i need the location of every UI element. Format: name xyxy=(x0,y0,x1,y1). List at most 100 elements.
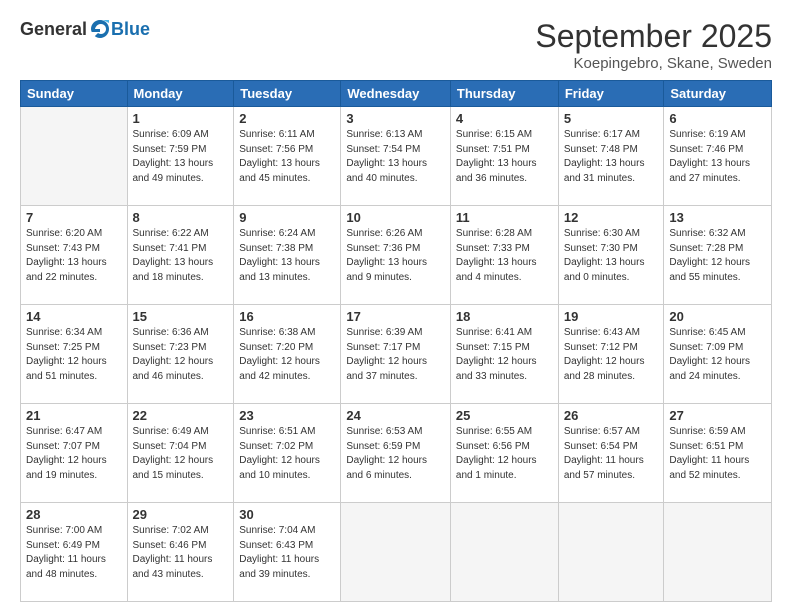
week-row-3: 21 Sunrise: 6:47 AMSunset: 7:07 PMDayligh… xyxy=(21,404,772,503)
day-number: 29 xyxy=(133,507,229,522)
day-number: 2 xyxy=(239,111,335,126)
calendar-table: Sunday Monday Tuesday Wednesday Thursday… xyxy=(20,80,772,602)
day-number: 20 xyxy=(669,309,766,324)
logo-icon xyxy=(89,18,111,40)
logo-blue: Blue xyxy=(111,19,150,40)
main-title: September 2025 xyxy=(535,18,772,55)
day-number: 5 xyxy=(564,111,659,126)
title-block: September 2025 Koepingebro, Skane, Swede… xyxy=(535,18,772,72)
day-info: Sunrise: 6:17 AMSunset: 7:48 PMDaylight:… xyxy=(564,128,659,186)
calendar-cell: 8Sunrise: 6:22 AMSunset: 7:41 PMDaylight… xyxy=(127,206,234,305)
day-info: Sunrise: 6:09 AMSunset: 7:59 PMDaylight:… xyxy=(133,128,229,186)
days-header-row: Sunday Monday Tuesday Wednesday Thursday… xyxy=(21,81,772,107)
week-row-0: 1 Sunrise: 6:09 AMSunset: 7:59 PMDaylight… xyxy=(21,107,772,206)
day-info: Sunrise: 6:43 AMSunset: 7:12 PMDaylight:… xyxy=(564,326,659,384)
day-number: 11 xyxy=(456,210,553,225)
day-number: 15 xyxy=(133,309,229,324)
day-info: Sunrise: 6:15 AMSunset: 7:51 PMDaylight:… xyxy=(456,128,553,186)
day-number: 14 xyxy=(26,309,122,324)
calendar-cell: 23 Sunrise: 6:51 AMSunset: 7:02 PMDayligh… xyxy=(234,404,341,503)
header-monday: Monday xyxy=(127,81,234,107)
day-info: Sunrise: 6:57 AMSunset: 6:54 PMDaylight:… xyxy=(564,425,659,483)
calendar-cell: 30Sunrise: 7:04 AMSunset: 6:43 PMDayligh… xyxy=(234,503,341,602)
day-number: 1 xyxy=(133,111,229,126)
day-number: 10 xyxy=(346,210,445,225)
calendar-cell: 2 Sunrise: 6:11 AMSunset: 7:56 PMDaylight… xyxy=(234,107,341,206)
calendar-cell xyxy=(664,503,772,602)
day-number: 12 xyxy=(564,210,659,225)
calendar-cell: 11 Sunrise: 6:28 AMSunset: 7:33 PMDayligh… xyxy=(450,206,558,305)
logo-general: General xyxy=(20,19,87,40)
header-wednesday: Wednesday xyxy=(341,81,451,107)
day-info: Sunrise: 6:41 AMSunset: 7:15 PMDaylight:… xyxy=(456,326,553,384)
calendar-cell xyxy=(21,107,128,206)
day-info: Sunrise: 6:19 AMSunset: 7:46 PMDaylight:… xyxy=(669,128,766,186)
calendar-cell: 14 Sunrise: 6:34 AMSunset: 7:25 PMDayligh… xyxy=(21,305,128,404)
day-number: 8 xyxy=(133,210,229,225)
header-friday: Friday xyxy=(558,81,664,107)
day-number: 17 xyxy=(346,309,445,324)
day-info: Sunrise: 6:45 AMSunset: 7:09 PMDaylight:… xyxy=(669,326,766,384)
day-info: Sunrise: 6:34 AMSunset: 7:25 PMDaylight:… xyxy=(26,326,122,384)
calendar-cell xyxy=(450,503,558,602)
calendar-cell: 19 Sunrise: 6:43 AMSunset: 7:12 PMDayligh… xyxy=(558,305,664,404)
calendar-cell: 10 Sunrise: 6:26 AMSunset: 7:36 PMDayligh… xyxy=(341,206,451,305)
calendar-cell: 22 Sunrise: 6:49 AMSunset: 7:04 PMDayligh… xyxy=(127,404,234,503)
day-info: Sunrise: 6:59 AMSunset: 6:51 PMDaylight:… xyxy=(669,425,766,483)
calendar-cell: 20 Sunrise: 6:45 AMSunset: 7:09 PMDayligh… xyxy=(664,305,772,404)
day-info: Sunrise: 6:49 AMSunset: 7:04 PMDaylight:… xyxy=(133,425,229,483)
day-number: 19 xyxy=(564,309,659,324)
day-number: 18 xyxy=(456,309,553,324)
day-number: 27 xyxy=(669,408,766,423)
day-number: 26 xyxy=(564,408,659,423)
calendar-cell xyxy=(558,503,664,602)
day-info: Sunrise: 6:53 AMSunset: 6:59 PMDaylight:… xyxy=(346,425,445,483)
calendar-cell: 18 Sunrise: 6:41 AMSunset: 7:15 PMDayligh… xyxy=(450,305,558,404)
header: General Blue September 2025 Koepingebro,… xyxy=(20,18,772,72)
calendar-cell: 1 Sunrise: 6:09 AMSunset: 7:59 PMDaylight… xyxy=(127,107,234,206)
day-info: Sunrise: 6:26 AMSunset: 7:36 PMDaylight:… xyxy=(346,227,445,285)
day-info: Sunrise: 6:30 AMSunset: 7:30 PMDaylight:… xyxy=(564,227,659,285)
day-number: 16 xyxy=(239,309,335,324)
calendar-cell: 5 Sunrise: 6:17 AMSunset: 7:48 PMDaylight… xyxy=(558,107,664,206)
header-saturday: Saturday xyxy=(664,81,772,107)
day-info: Sunrise: 6:39 AMSunset: 7:17 PMDaylight:… xyxy=(346,326,445,384)
calendar-cell: 17 Sunrise: 6:39 AMSunset: 7:17 PMDayligh… xyxy=(341,305,451,404)
subtitle: Koepingebro, Skane, Sweden xyxy=(535,55,772,72)
calendar-cell: 24 Sunrise: 6:53 AMSunset: 6:59 PMDayligh… xyxy=(341,404,451,503)
week-row-4: 28Sunrise: 7:00 AMSunset: 6:49 PMDayligh… xyxy=(21,503,772,602)
week-row-1: 7 Sunrise: 6:20 AMSunset: 7:43 PMDaylight… xyxy=(21,206,772,305)
calendar-cell: 7 Sunrise: 6:20 AMSunset: 7:43 PMDaylight… xyxy=(21,206,128,305)
day-number: 28 xyxy=(26,507,122,522)
day-number: 9 xyxy=(239,210,335,225)
calendar-cell: 9 Sunrise: 6:24 AMSunset: 7:38 PMDaylight… xyxy=(234,206,341,305)
day-info: Sunrise: 6:28 AMSunset: 7:33 PMDaylight:… xyxy=(456,227,553,285)
calendar-cell: 6 Sunrise: 6:19 AMSunset: 7:46 PMDaylight… xyxy=(664,107,772,206)
day-info: Sunrise: 6:47 AMSunset: 7:07 PMDaylight:… xyxy=(26,425,122,483)
calendar-cell: 26 Sunrise: 6:57 AMSunset: 6:54 PMDayligh… xyxy=(558,404,664,503)
day-number: 23 xyxy=(239,408,335,423)
day-number: 24 xyxy=(346,408,445,423)
day-number: 4 xyxy=(456,111,553,126)
calendar-cell: 4 Sunrise: 6:15 AMSunset: 7:51 PMDaylight… xyxy=(450,107,558,206)
day-info: Sunrise: 7:02 AMSunset: 6:46 PMDaylight:… xyxy=(133,524,229,582)
day-number: 7 xyxy=(26,210,122,225)
day-info: Sunrise: 6:20 AMSunset: 7:43 PMDaylight:… xyxy=(26,227,122,285)
calendar-cell: 16 Sunrise: 6:38 AMSunset: 7:20 PMDayligh… xyxy=(234,305,341,404)
day-info: Sunrise: 6:11 AMSunset: 7:56 PMDaylight:… xyxy=(239,128,335,186)
header-sunday: Sunday xyxy=(21,81,128,107)
day-info: Sunrise: 6:24 AMSunset: 7:38 PMDaylight:… xyxy=(239,227,335,285)
day-info: Sunrise: 6:13 AMSunset: 7:54 PMDaylight:… xyxy=(346,128,445,186)
day-number: 22 xyxy=(133,408,229,423)
logo: General Blue xyxy=(20,18,150,40)
day-number: 21 xyxy=(26,408,122,423)
day-info: Sunrise: 6:51 AMSunset: 7:02 PMDaylight:… xyxy=(239,425,335,483)
calendar-cell: 25Sunrise: 6:55 AMSunset: 6:56 PMDayligh… xyxy=(450,404,558,503)
day-info: Sunrise: 6:38 AMSunset: 7:20 PMDaylight:… xyxy=(239,326,335,384)
calendar-cell: 13Sunrise: 6:32 AMSunset: 7:28 PMDayligh… xyxy=(664,206,772,305)
day-number: 6 xyxy=(669,111,766,126)
header-thursday: Thursday xyxy=(450,81,558,107)
calendar-cell: 28Sunrise: 7:00 AMSunset: 6:49 PMDayligh… xyxy=(21,503,128,602)
day-info: Sunrise: 6:32 AMSunset: 7:28 PMDaylight:… xyxy=(669,227,766,285)
day-number: 3 xyxy=(346,111,445,126)
